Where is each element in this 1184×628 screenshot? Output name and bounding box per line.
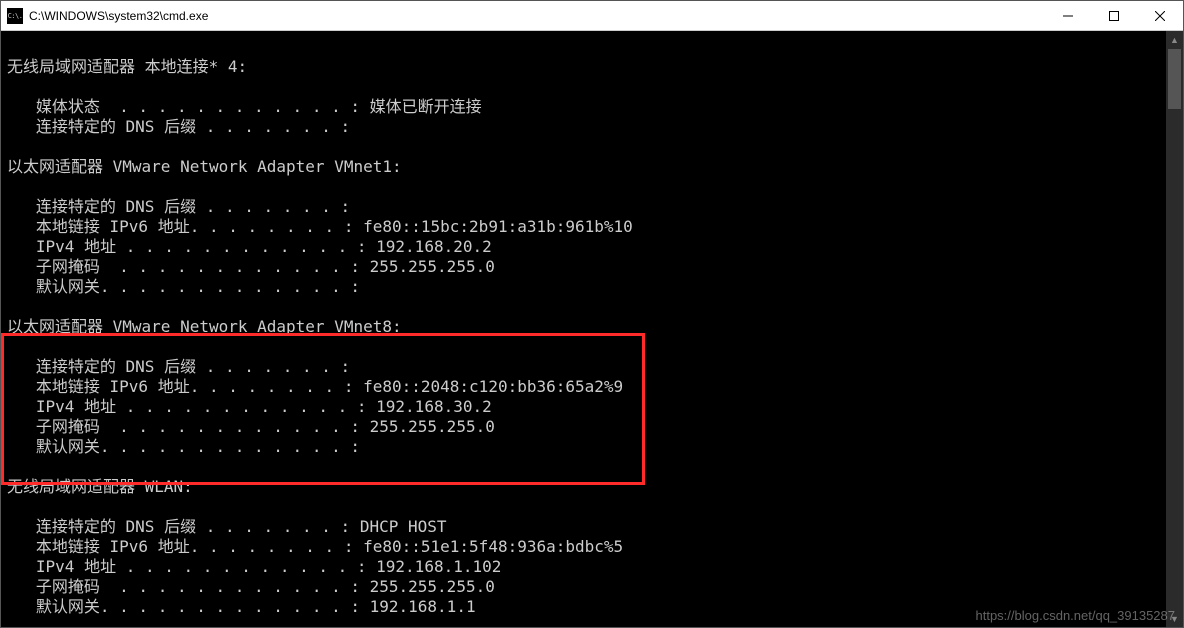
wlan-line-1: 本地链接 IPv6 地址. . . . . . . . : fe80::51e1… — [7, 537, 1166, 557]
vmnet8-line-2: IPv4 地址 . . . . . . . . . . . . : 192.16… — [7, 397, 1166, 417]
titlebar[interactable]: C:\. C:\WINDOWS\system32\cmd.exe — [1, 1, 1183, 31]
vmnet1-line-1: 本地链接 IPv6 地址. . . . . . . . : fe80::15bc… — [7, 217, 1166, 237]
vertical-scrollbar[interactable]: ▲ ▼ — [1166, 31, 1183, 627]
vmnet8-line-3: 子网掩码 . . . . . . . . . . . . : 255.255.2… — [7, 417, 1166, 437]
scroll-thumb[interactable] — [1168, 49, 1181, 109]
wlan4-line-1: 连接特定的 DNS 后缀 . . . . . . . : — [7, 117, 1166, 137]
window-controls — [1045, 1, 1183, 30]
blank-line — [7, 137, 1166, 157]
vmnet1-line-4: 默认网关. . . . . . . . . . . . . : — [7, 277, 1166, 297]
close-button[interactable] — [1137, 1, 1183, 30]
wlan-line-0: 连接特定的 DNS 后缀 . . . . . . . : DHCP HOST — [7, 517, 1166, 537]
blank-line — [7, 457, 1166, 477]
adapter-header-vmnet1: 以太网适配器 VMware Network Adapter VMnet1: — [7, 157, 1166, 177]
wlan-line-4: 默认网关. . . . . . . . . . . . . : 192.168.… — [7, 597, 1166, 617]
terminal-wrapper: 无线局域网适配器 本地连接* 4: 媒体状态 . . . . . . . . .… — [1, 31, 1183, 627]
cmd-window: C:\. C:\WINDOWS\system32\cmd.exe 无线局域网适配… — [0, 0, 1184, 628]
adapter-header-wlan: 无线局域网适配器 WLAN: — [7, 477, 1166, 497]
blank-line — [7, 77, 1166, 97]
window-title: C:\WINDOWS\system32\cmd.exe — [29, 9, 1045, 23]
blank-line — [7, 177, 1166, 197]
wlan-line-3: 子网掩码 . . . . . . . . . . . . : 255.255.2… — [7, 577, 1166, 597]
blank-line — [7, 297, 1166, 317]
blank-line — [7, 37, 1166, 57]
vmnet8-line-0: 连接特定的 DNS 后缀 . . . . . . . : — [7, 357, 1166, 377]
vmnet1-line-2: IPv4 地址 . . . . . . . . . . . . : 192.16… — [7, 237, 1166, 257]
wlan-line-2: IPv4 地址 . . . . . . . . . . . . : 192.16… — [7, 557, 1166, 577]
scroll-up-arrow[interactable]: ▲ — [1166, 31, 1183, 48]
blank-line — [7, 337, 1166, 357]
blank-line — [7, 497, 1166, 517]
wlan4-line-0: 媒体状态 . . . . . . . . . . . . : 媒体已断开连接 — [7, 97, 1166, 117]
vmnet8-line-4: 默认网关. . . . . . . . . . . . . : — [7, 437, 1166, 457]
maximize-button[interactable] — [1091, 1, 1137, 30]
adapter-header-wlan4: 无线局域网适配器 本地连接* 4: — [7, 57, 1166, 77]
vmnet1-line-0: 连接特定的 DNS 后缀 . . . . . . . : — [7, 197, 1166, 217]
terminal-output[interactable]: 无线局域网适配器 本地连接* 4: 媒体状态 . . . . . . . . .… — [1, 31, 1166, 627]
vmnet8-line-1: 本地链接 IPv6 地址. . . . . . . . : fe80::2048… — [7, 377, 1166, 397]
cmd-icon: C:\. — [7, 8, 23, 24]
minimize-button[interactable] — [1045, 1, 1091, 30]
scroll-down-arrow[interactable]: ▼ — [1166, 610, 1183, 627]
adapter-header-vmnet8: 以太网适配器 VMware Network Adapter VMnet8: — [7, 317, 1166, 337]
vmnet1-line-3: 子网掩码 . . . . . . . . . . . . : 255.255.2… — [7, 257, 1166, 277]
